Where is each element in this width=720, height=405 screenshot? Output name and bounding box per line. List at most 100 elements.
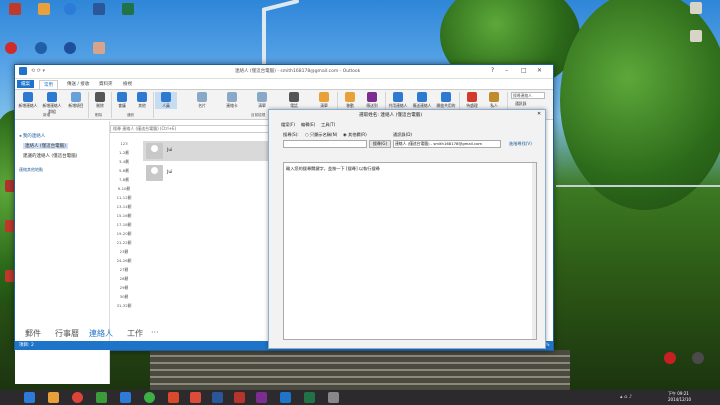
alpha-index-item[interactable]: 15-16劃: [112, 213, 136, 219]
desktop-folder-icon[interactable]: [38, 3, 50, 15]
start-ie-icon[interactable]: [24, 392, 35, 403]
help-icon[interactable]: ?: [491, 67, 494, 74]
tray-icons[interactable]: ▴ ⌂ ♪: [620, 394, 632, 400]
view-card-button[interactable]: 名片: [191, 92, 213, 109]
more-button[interactable]: 其他: [131, 92, 153, 109]
private-button[interactable]: 私人: [483, 92, 505, 109]
alpha-index-item[interactable]: 29劃: [112, 285, 136, 291]
radio-name-only[interactable]: ○ 只顯示名稱(N): [305, 132, 337, 138]
desktop-app-icon[interactable]: [64, 3, 76, 15]
alpha-index-item[interactable]: 17-18劃: [112, 222, 136, 228]
taskbar-app-icon[interactable]: [144, 392, 155, 403]
tab-file[interactable]: 檔案: [17, 80, 34, 88]
onenote-icon[interactable]: [256, 392, 267, 403]
nav-more[interactable]: ···: [151, 328, 159, 337]
dialog-menu-tools[interactable]: 工具(T): [321, 122, 335, 128]
tab-send-receive[interactable]: 傳送 / 接收: [63, 80, 93, 88]
alpha-index-item[interactable]: 19-20劃: [112, 231, 136, 237]
folder-contacts-local[interactable]: 連絡人 (僅這台電腦): [23, 143, 68, 149]
taskbar-app-icon[interactable]: [328, 392, 339, 403]
alpha-index-item[interactable]: 23劃: [112, 249, 136, 255]
dialog-go-button[interactable]: 搜尋(G): [369, 140, 391, 148]
shared-folders-link[interactable]: 連絡其他地點: [19, 167, 43, 173]
nav-mail[interactable]: 郵件: [25, 328, 41, 339]
move-button[interactable]: 移動: [339, 92, 361, 109]
power-icon[interactable]: [664, 352, 676, 364]
tab-view[interactable]: 檢視: [119, 80, 136, 88]
google-plus-icon[interactable]: [190, 392, 201, 403]
new-items-button[interactable]: 新增項目: [65, 92, 87, 109]
contact-card[interactable]: Jui: [143, 141, 269, 161]
folder-suggested[interactable]: 建議的連絡人 (僅這台電腦): [23, 153, 77, 159]
minimize-icon[interactable]: –: [505, 67, 508, 74]
my-contacts-header[interactable]: ◂ 我的連絡人: [19, 133, 45, 139]
desktop-app-icon[interactable]: [9, 3, 21, 15]
meeting-button[interactable]: 會議: [111, 92, 133, 109]
dialog-menu-edit[interactable]: 編輯(E): [301, 122, 315, 128]
new-contact-button[interactable]: 新增連絡人: [17, 92, 39, 109]
alpha-index-item[interactable]: 21-22劃: [112, 240, 136, 246]
followup-button[interactable]: 待處理: [461, 92, 483, 109]
taskbar-app-icon[interactable]: [120, 392, 131, 403]
alpha-index-item[interactable]: 11-12劃: [112, 195, 136, 201]
taskbar-app-icon[interactable]: [96, 392, 107, 403]
address-book-button[interactable]: 通訊錄: [515, 101, 526, 107]
send-contact-button[interactable]: 傳送連絡人: [411, 92, 433, 109]
view-list-button[interactable]: 清單: [251, 92, 273, 109]
tab-home[interactable]: 常用: [39, 80, 58, 89]
tab-folder[interactable]: 資料夾: [95, 80, 117, 88]
radio-more-columns[interactable]: ◉ 其他欄(R): [343, 132, 367, 138]
alpha-index-item[interactable]: 27劃: [112, 267, 136, 273]
alpha-index-item[interactable]: 5-6劃: [112, 168, 136, 174]
alpha-index-item[interactable]: 7-8劃: [112, 177, 136, 183]
desktop-app-icon[interactable]: [692, 352, 704, 364]
quick-access-icons[interactable]: ⟲ ⟳ ▾: [31, 68, 45, 74]
close-icon[interactable]: ✕: [537, 67, 542, 74]
desktop-image-icon[interactable]: [93, 42, 105, 54]
excel-icon[interactable]: [304, 392, 315, 403]
desktop-app-icon[interactable]: [35, 42, 47, 54]
word-icon[interactable]: [212, 392, 223, 403]
dialog-close-icon[interactable]: ✕: [537, 111, 541, 117]
chrome-icon[interactable]: [72, 392, 83, 403]
excel-icon[interactable]: [122, 3, 134, 15]
alpha-index-item[interactable]: 28劃: [112, 276, 136, 282]
delete-button[interactable]: 刪除: [89, 92, 111, 109]
nav-calendar[interactable]: 行事曆: [55, 328, 79, 339]
alpha-index-item[interactable]: 1-2劃: [112, 150, 136, 156]
phone-button[interactable]: 電話: [283, 92, 305, 109]
results-scrollbar[interactable]: [532, 163, 536, 339]
file-explorer-icon[interactable]: [48, 392, 59, 403]
dialog-menu-file[interactable]: 檔案(F): [281, 122, 295, 128]
contact-card[interactable]: Jui: [143, 163, 269, 183]
taskbar-app-icon[interactable]: [168, 392, 179, 403]
alpha-index-item[interactable]: 24-26劃: [112, 258, 136, 264]
nav-tasks[interactable]: 工作: [127, 328, 143, 339]
results-list[interactable]: 輸入您的搜尋關鍵字，並按一下 [搜尋] 以執行搜尋: [283, 162, 537, 340]
desktop-file-icon[interactable]: [690, 2, 702, 14]
alpha-index-item[interactable]: 123: [112, 141, 136, 146]
alpha-index-item[interactable]: 3-4劃: [112, 159, 136, 165]
view-biz-button[interactable]: 連絡卡: [221, 92, 243, 109]
alpha-index-item[interactable]: 13-14劃: [112, 204, 136, 210]
address-book-select[interactable]: 連絡人 (僅這台電腦) - smith168178@gmail.com: [393, 140, 501, 148]
desktop-app-icon[interactable]: [5, 42, 17, 54]
word-icon[interactable]: [93, 3, 105, 15]
maximize-icon[interactable]: □: [521, 67, 527, 74]
alpha-index-item[interactable]: 9-10劃: [112, 186, 136, 192]
nav-people[interactable]: 連絡人: [89, 328, 113, 339]
list2-button[interactable]: 清單: [313, 92, 335, 109]
new-group-button[interactable]: 新增連絡人群組: [41, 92, 63, 115]
view-people-button[interactable]: 人員: [155, 92, 177, 109]
dialog-search-input[interactable]: [283, 140, 367, 148]
share-contacts-button[interactable]: 共用連絡人: [387, 92, 409, 109]
taskbar-app-icon[interactable]: [234, 392, 245, 403]
outlook-icon[interactable]: [280, 392, 291, 403]
alpha-index-item[interactable]: 31-32劃: [112, 303, 136, 309]
search-people-input[interactable]: 搜尋連絡人: [511, 92, 545, 99]
desktop-file-icon[interactable]: [690, 30, 702, 42]
advanced-find-link[interactable]: 進階尋找(V): [509, 141, 532, 147]
clock-date[interactable]: 2014/12/10: [668, 397, 691, 402]
desktop-app-icon[interactable]: [64, 42, 76, 54]
alpha-index-item[interactable]: 30劃: [112, 294, 136, 300]
